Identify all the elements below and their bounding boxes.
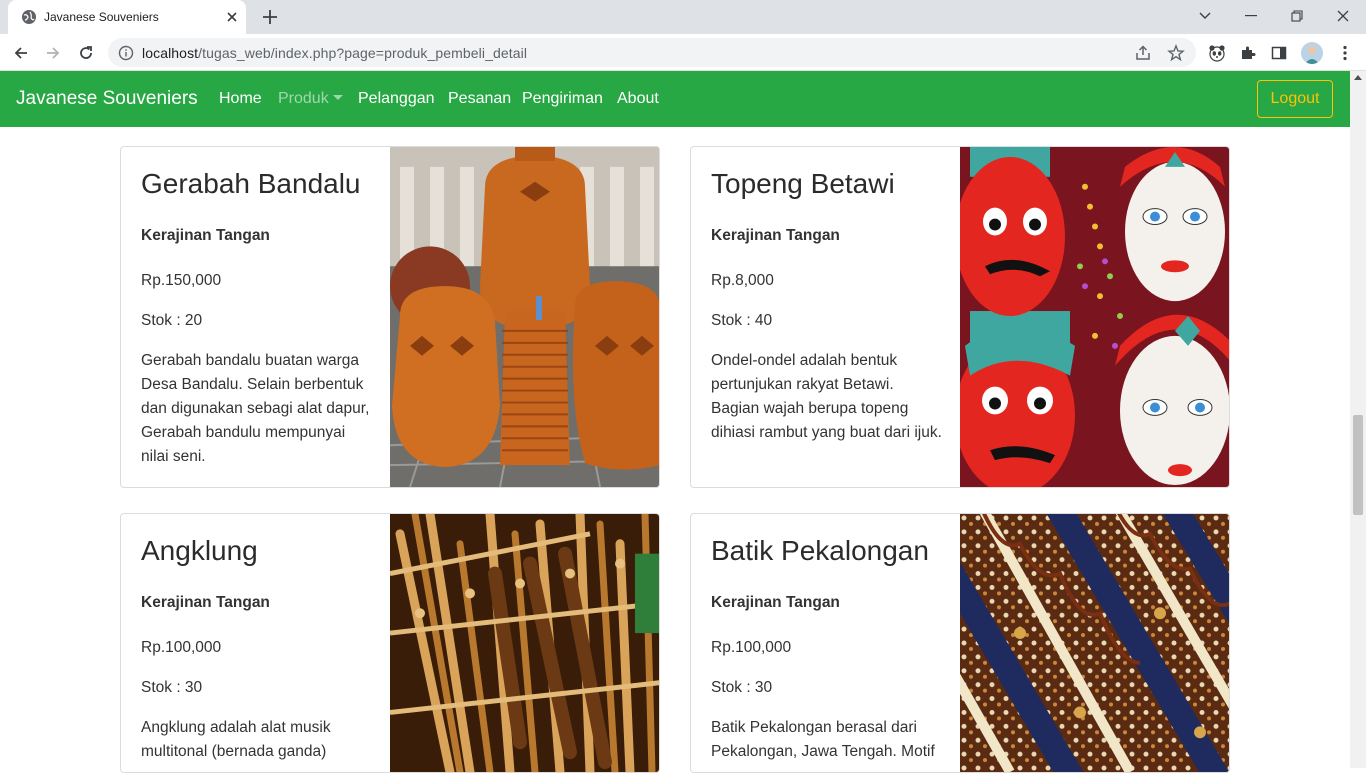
- site-navbar: Javanese Souveniers Home Produk Pelangga…: [0, 71, 1350, 127]
- product-price: Rp.100,000: [711, 639, 792, 656]
- product-description: Batik Pekalongan berasal dari Pekalongan…: [711, 719, 935, 760]
- product-category: Kerajinan Tangan: [711, 594, 840, 611]
- close-icon[interactable]: [223, 8, 241, 26]
- nav-pengiriman[interactable]: Pengiriman: [522, 90, 603, 108]
- tab-title: Javanese Souveniers: [44, 10, 159, 24]
- bookmark-star-icon[interactable]: [1167, 44, 1185, 62]
- url-path: /tugas_web/index.php?page=produk_pembeli…: [198, 45, 528, 61]
- product-card: Batik Pekalongan Kerajinan Tangan Rp.100…: [690, 513, 1230, 773]
- tab-search-icon[interactable]: [1182, 0, 1228, 32]
- address-bar[interactable]: localhost/tugas_web/index.php?page=produ…: [108, 38, 1196, 67]
- globe-icon: [22, 10, 36, 24]
- nav-produk-label: Produk: [278, 90, 329, 107]
- product-name: Batik Pekalongan: [711, 535, 929, 566]
- product-price: Rp.8,000: [711, 272, 774, 289]
- panda-extension-icon[interactable]: [1206, 42, 1228, 64]
- browser-toolbar: localhost/tugas_web/index.php?page=produ…: [0, 34, 1366, 71]
- scroll-thumb[interactable]: [1353, 415, 1363, 515]
- product-name: Angklung: [141, 535, 258, 566]
- scroll-up-arrow-icon[interactable]: [1354, 75, 1362, 80]
- nav-about[interactable]: About: [617, 90, 659, 108]
- page-scrollbar[interactable]: [1350, 71, 1366, 768]
- product-card: Topeng Betawi Kerajinan Tangan Rp.8,000 …: [690, 146, 1230, 488]
- product-stock: Stok : 30: [711, 679, 773, 696]
- side-panel-icon[interactable]: [1268, 42, 1290, 64]
- product-image-angklung: [390, 514, 659, 772]
- card-body: Topeng Betawi Kerajinan Tangan Rp.8,000 …: [691, 147, 960, 487]
- forward-arrow-icon[interactable]: [42, 42, 64, 64]
- back-arrow-icon[interactable]: [10, 42, 32, 64]
- product-image-pottery: [390, 147, 659, 487]
- product-category: Kerajinan Tangan: [141, 594, 270, 611]
- restore-icon[interactable]: [1274, 0, 1320, 32]
- browser-tab-strip: Javanese Souveniers: [0, 0, 1366, 34]
- product-category: Kerajinan Tangan: [141, 227, 270, 244]
- product-price: Rp.150,000: [141, 272, 222, 289]
- product-image-masks: [960, 147, 1229, 487]
- kebab-menu-icon[interactable]: [1334, 42, 1356, 64]
- card-body: Angklung Kerajinan Tangan Rp.100,000 Sto…: [121, 514, 390, 772]
- product-stock: Stok : 40: [711, 312, 773, 329]
- nav-home[interactable]: Home: [219, 90, 262, 108]
- product-card: Angklung Kerajinan Tangan Rp.100,000 Sto…: [120, 513, 660, 773]
- nav-pesanan[interactable]: Pesanan: [448, 90, 511, 108]
- product-description: Gerabah bandalu buatan warga Desa Bandal…: [141, 352, 370, 465]
- browser-tab[interactable]: Javanese Souveniers: [8, 0, 246, 34]
- nav-pelanggan[interactable]: Pelanggan: [358, 90, 435, 108]
- extensions-puzzle-icon[interactable]: [1237, 42, 1259, 64]
- window-close-icon[interactable]: [1320, 0, 1366, 32]
- product-name: Gerabah Bandalu: [141, 168, 361, 199]
- info-icon[interactable]: [118, 45, 134, 61]
- reload-icon[interactable]: [75, 42, 97, 64]
- product-card: Gerabah Bandalu Kerajinan Tangan Rp.150,…: [120, 146, 660, 488]
- site-brand[interactable]: Javanese Souveniers: [16, 88, 198, 110]
- card-body: Batik Pekalongan Kerajinan Tangan Rp.100…: [691, 514, 960, 772]
- nav-produk-dropdown[interactable]: Produk: [278, 90, 343, 108]
- minimize-icon[interactable]: [1228, 0, 1274, 32]
- product-image-batik: [960, 514, 1229, 772]
- card-body: Gerabah Bandalu Kerajinan Tangan Rp.150,…: [121, 147, 390, 487]
- url-text: localhost/tugas_web/index.php?page=produ…: [142, 45, 527, 61]
- logout-button[interactable]: Logout: [1257, 80, 1333, 118]
- product-description: Angklung adalah alat musik multitonal (b…: [141, 719, 331, 760]
- product-stock: Stok : 20: [141, 312, 203, 329]
- caret-down-icon: [332, 95, 343, 100]
- new-tab-icon[interactable]: [258, 6, 282, 28]
- url-host: localhost: [142, 45, 199, 61]
- product-category: Kerajinan Tangan: [711, 227, 840, 244]
- product-name: Topeng Betawi: [711, 168, 895, 199]
- product-description: Ondel-ondel adalah bentuk pertunjukan ra…: [711, 352, 942, 441]
- product-stock: Stok : 30: [141, 679, 203, 696]
- product-price: Rp.100,000: [141, 639, 222, 656]
- profile-avatar[interactable]: [1301, 42, 1323, 64]
- share-icon[interactable]: [1134, 44, 1152, 62]
